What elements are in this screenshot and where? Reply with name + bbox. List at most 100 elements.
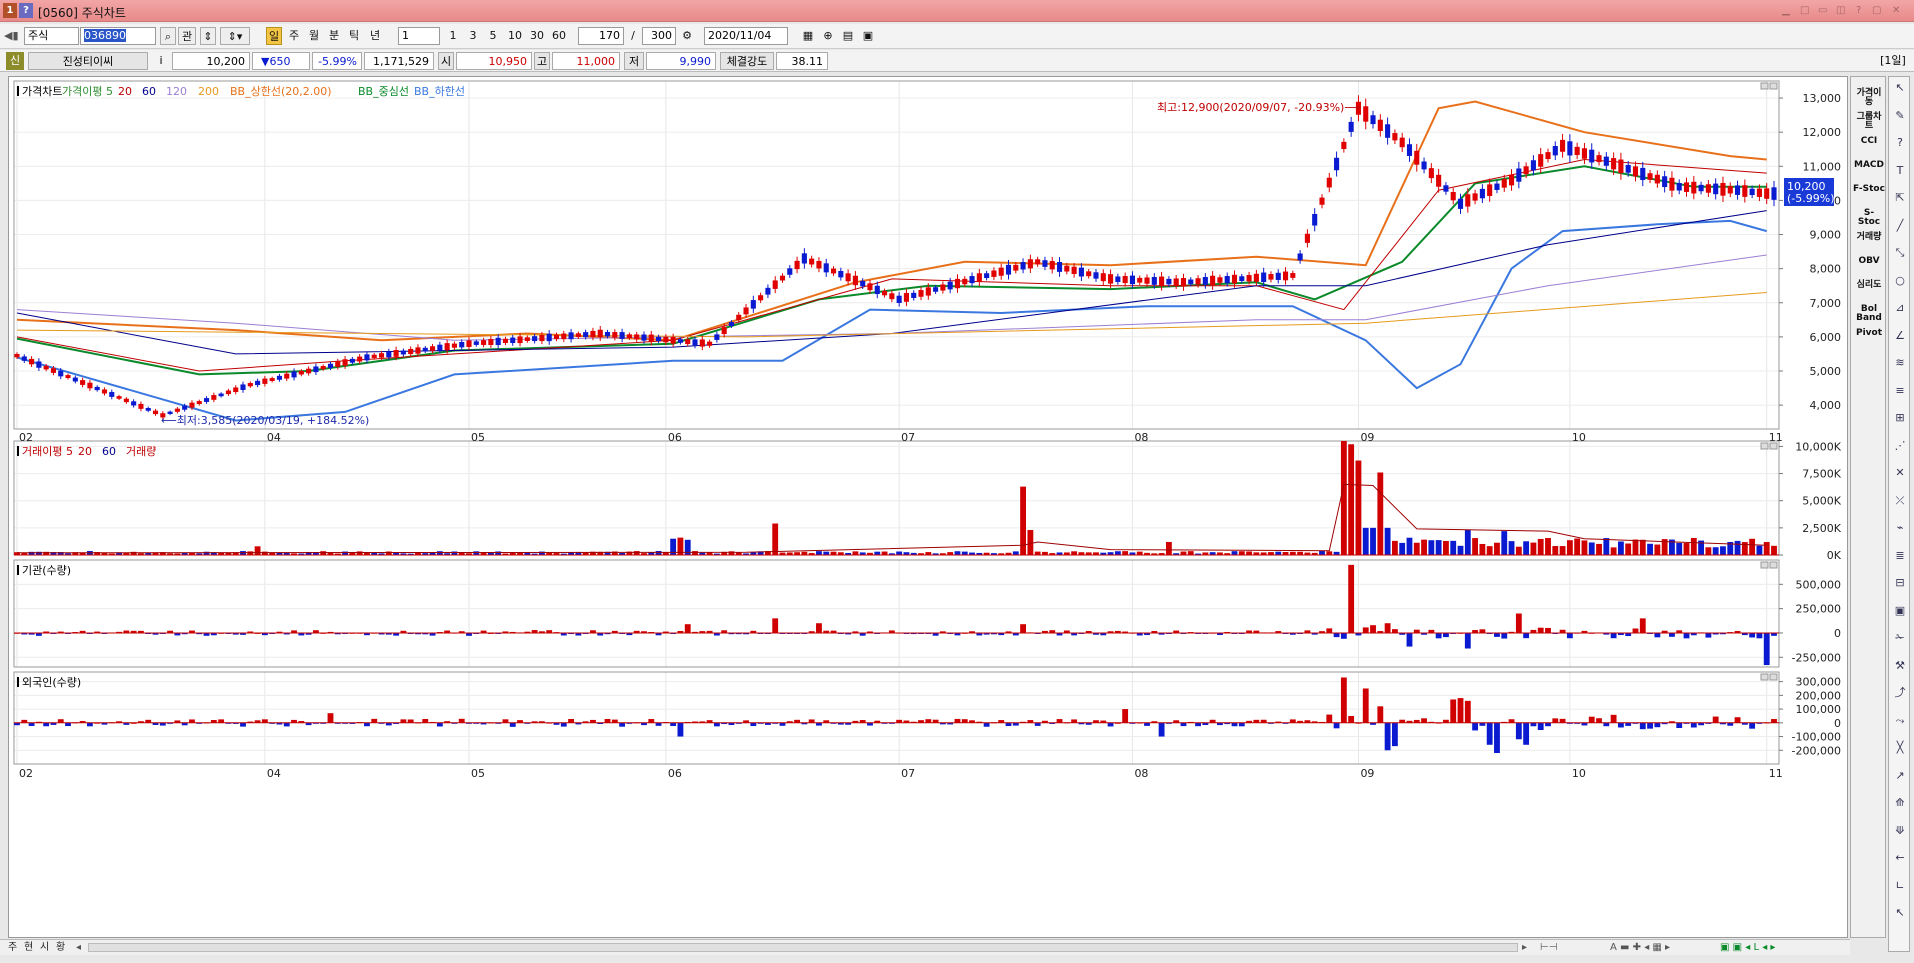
indicator-button[interactable]: Pivot xyxy=(1853,329,1885,338)
date-select[interactable]: 2020/11/04 xyxy=(704,27,788,45)
grid-icon[interactable]: ▦ xyxy=(800,27,816,45)
draw-tool-icon[interactable]: ○ xyxy=(1892,274,1908,288)
total-count-input[interactable]: 300 xyxy=(642,27,676,45)
bottom-tab-1[interactable]: 주 xyxy=(8,941,17,955)
chart-svg[interactable]: 02 02 04 04 05 05 06 06 07 07 08 08 09 09 10 10 11 11 4,00… xyxy=(9,77,1849,939)
scroll-right-icon[interactable]: ▸ xyxy=(1522,941,1527,955)
zoom-icon[interactable]: ⊕ xyxy=(820,27,836,45)
unit-10[interactable]: 10 xyxy=(506,27,524,45)
period-day[interactable]: 일 xyxy=(266,27,282,45)
period-month[interactable]: 월 xyxy=(306,27,322,45)
draw-tool-icon[interactable]: ≋ xyxy=(1892,356,1908,370)
draw-tool-icon[interactable]: ↖ xyxy=(1892,906,1908,920)
draw-tool-icon[interactable]: ⤴ xyxy=(1892,686,1908,700)
window-minimize-icon[interactable]: ▁ xyxy=(1782,5,1790,16)
draw-tool-icon[interactable]: ⋰ xyxy=(1892,439,1908,453)
draw-tool-icon[interactable]: ✕ xyxy=(1892,466,1908,480)
draw-tool-icon[interactable]: ╱ xyxy=(1892,219,1908,233)
chart-tools-icon[interactable]: A ▬ ✚ ◂ ▦ ▸ xyxy=(1610,941,1670,955)
watch-button[interactable]: 관 xyxy=(178,27,196,45)
draw-tool-icon[interactable]: ↖ xyxy=(1892,81,1908,95)
window-close-icon[interactable]: ✕ xyxy=(1892,5,1900,16)
candle xyxy=(240,384,246,390)
stepper-icon[interactable]: ⇕▾ xyxy=(220,27,250,45)
bottom-tab-3[interactable]: 시 xyxy=(40,941,49,955)
draw-tool-icon[interactable]: ⊞ xyxy=(1892,411,1908,425)
sound-icon[interactable]: ◀▮ xyxy=(4,27,19,45)
draw-tool-icon[interactable]: ✁ xyxy=(1892,631,1908,645)
draw-tool-icon[interactable]: ⤡ xyxy=(1892,246,1908,260)
draw-tool-icon[interactable]: ← xyxy=(1892,851,1908,865)
draw-tool-icon[interactable]: ≡ xyxy=(1892,384,1908,398)
indicator-button[interactable]: 거래량 xyxy=(1853,233,1885,242)
draw-tool-icon[interactable]: ⟱ xyxy=(1892,824,1908,838)
indicator-button[interactable]: MACD xyxy=(1853,161,1885,170)
draw-tool-icon[interactable]: ⤫ xyxy=(1892,494,1908,508)
window-restore-icon[interactable]: □ xyxy=(1800,5,1809,16)
panel-minimize-icon[interactable] xyxy=(1760,561,1769,569)
draw-tool-icon[interactable]: ↗ xyxy=(1892,769,1908,783)
market-select[interactable]: 주식 xyxy=(24,27,79,45)
help-icon[interactable]: ? xyxy=(19,3,33,18)
unit-5[interactable]: 5 xyxy=(486,27,500,45)
panel-minimize-icon[interactable] xyxy=(1760,82,1769,90)
indicator-button[interactable]: Bol Band xyxy=(1853,305,1885,323)
draw-tool-icon[interactable]: ╳ xyxy=(1892,741,1908,755)
count-input[interactable]: 170 xyxy=(578,27,624,45)
chart-area[interactable]: 02 02 04 04 05 05 06 06 07 07 08 08 09 09 10 10 11 11 4,00… xyxy=(8,76,1848,938)
zoom-slider-icon[interactable]: ⊢⊣ xyxy=(1540,941,1557,955)
draw-tool-icon[interactable]: ∟ xyxy=(1892,879,1908,893)
draw-tool-icon[interactable]: T xyxy=(1892,164,1908,178)
draw-tool-icon[interactable]: ⟰ xyxy=(1892,796,1908,810)
draw-tool-icon[interactable]: ⇱ xyxy=(1892,191,1908,205)
settings-icon[interactable]: ⚙ xyxy=(680,27,694,45)
print-icon[interactable]: ▣ xyxy=(860,27,876,45)
scroll-left-icon[interactable]: ◂ xyxy=(76,941,81,955)
window-menu-icon[interactable]: ▭ xyxy=(1818,5,1827,16)
unit-30[interactable]: 30 xyxy=(528,27,546,45)
indicator-button[interactable]: 그룹차트 xyxy=(1853,113,1885,131)
draw-tool-icon[interactable]: ⊟ xyxy=(1892,576,1908,590)
save-icon[interactable]: ▤ xyxy=(840,27,856,45)
panel-minimize-icon[interactable] xyxy=(1760,442,1769,450)
indicator-button[interactable]: 가격이동 xyxy=(1853,89,1885,107)
window-help-icon[interactable]: ? xyxy=(1856,5,1861,16)
bottom-tab-4[interactable]: 황 xyxy=(56,941,65,955)
panel-close-icon[interactable] xyxy=(1769,673,1778,681)
unit-select[interactable]: 1 xyxy=(398,27,440,45)
draw-tool-icon[interactable]: ✎ xyxy=(1892,109,1908,123)
search-icon[interactable]: ⌕ xyxy=(160,27,176,45)
panel-close-icon[interactable] xyxy=(1769,561,1778,569)
info-icon[interactable]: i xyxy=(156,52,166,70)
code-input[interactable]: 036890 xyxy=(80,27,156,45)
window-pin-icon[interactable]: ◫ xyxy=(1836,5,1845,16)
period-minute[interactable]: 분 xyxy=(326,27,342,45)
draw-tool-icon[interactable]: ≣ xyxy=(1892,549,1908,563)
indicator-button[interactable]: F-Stoc xyxy=(1853,185,1885,194)
panel-minimize-icon[interactable] xyxy=(1760,673,1769,681)
period-tick[interactable]: 틱 xyxy=(346,27,362,45)
period-week[interactable]: 주 xyxy=(286,27,302,45)
draw-tool-icon[interactable]: ⚒ xyxy=(1892,659,1908,673)
volume-bar xyxy=(1545,538,1551,555)
draw-tool-icon[interactable]: ∠ xyxy=(1892,329,1908,343)
draw-tool-icon[interactable]: ⊿ xyxy=(1892,301,1908,315)
panel-close-icon[interactable] xyxy=(1769,82,1778,90)
indicator-button[interactable]: 심리도 xyxy=(1853,281,1885,290)
indicator-button[interactable]: CCI xyxy=(1853,137,1885,146)
indicator-button[interactable]: S-Stoc xyxy=(1853,209,1885,227)
window-max-icon[interactable]: ▢ xyxy=(1872,5,1881,16)
scroll-icon[interactable]: ⇕ xyxy=(200,27,216,45)
draw-tool-icon[interactable]: ▣ xyxy=(1892,604,1908,618)
unit-3[interactable]: 3 xyxy=(466,27,480,45)
export-icon[interactable]: ▣ ▣ ◂ L ◂ ▸ xyxy=(1720,941,1775,955)
unit-60[interactable]: 60 xyxy=(550,27,568,45)
draw-tool-icon[interactable]: ? xyxy=(1892,136,1908,150)
unit-1[interactable]: 1 xyxy=(446,27,460,45)
period-year[interactable]: 년 xyxy=(366,27,384,45)
draw-tool-icon[interactable]: ⤳ xyxy=(1892,714,1908,728)
horizontal-scrollbar[interactable] xyxy=(88,943,1518,952)
indicator-button[interactable]: OBV xyxy=(1853,257,1885,266)
bottom-tab-2[interactable]: 현 xyxy=(24,941,33,955)
draw-tool-icon[interactable]: ⌁ xyxy=(1892,521,1908,535)
